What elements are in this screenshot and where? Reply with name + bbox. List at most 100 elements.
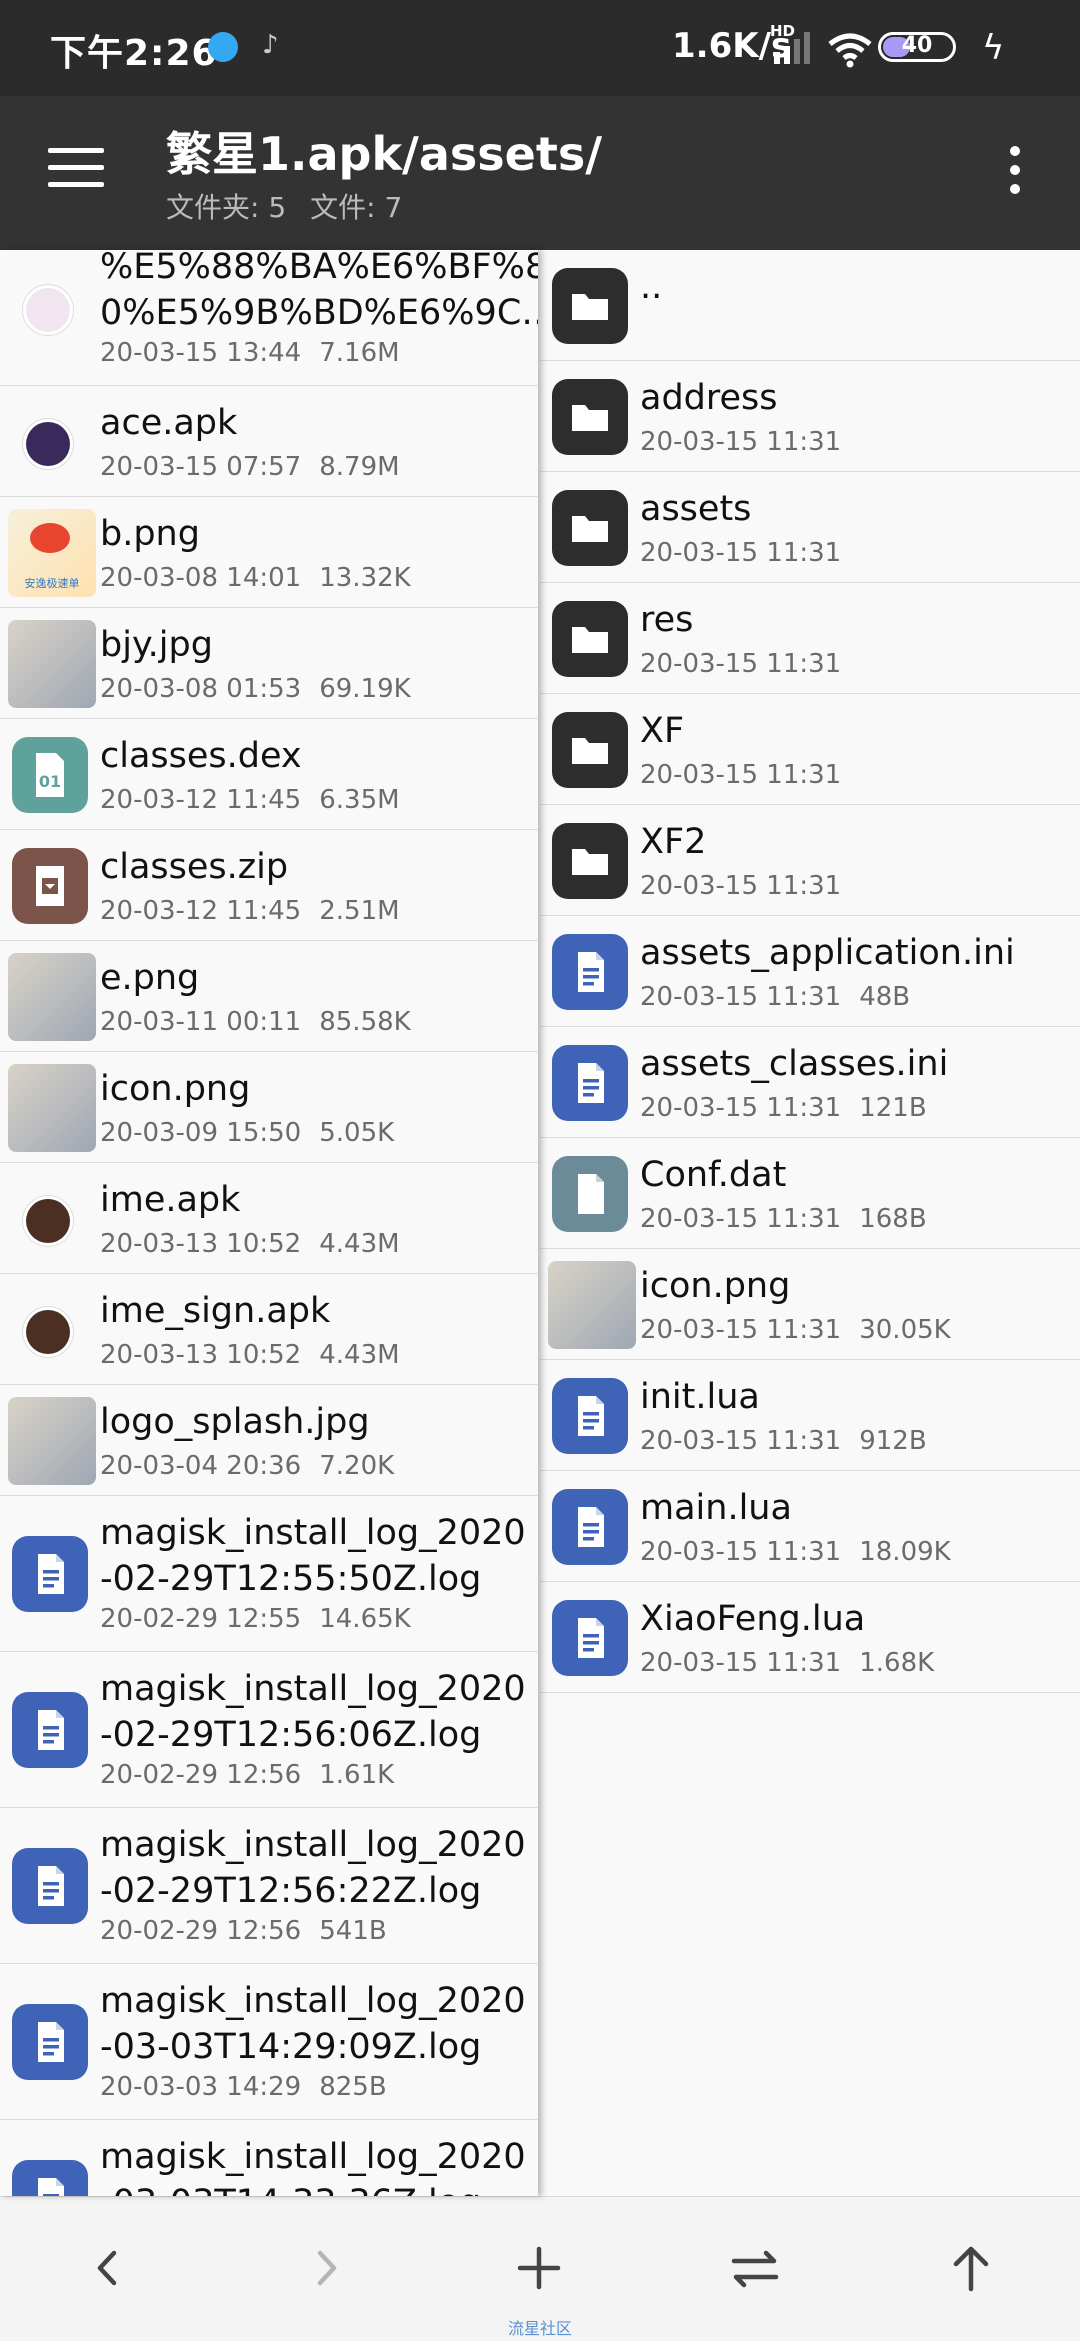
status-bar: 下午2:26 ♪ 1.6K/s HD 40 ϟ [0, 0, 1080, 96]
file-row[interactable]: ace.apk 20-03-15 07:57 8.79M [0, 386, 538, 497]
file-date: 20-03-08 14:01 [100, 563, 302, 593]
file-row[interactable]: ime_sign.apk 20-03-13 10:52 4.43M [0, 1274, 538, 1385]
file-row[interactable]: XiaoFeng.lua 20-03-15 11:31 1.68K [540, 1582, 1080, 1693]
file-date: 20-03-15 11:31 [640, 538, 842, 568]
file-size: 1.68K [859, 1648, 935, 1678]
folder-count: 文件夹: 5 [166, 191, 287, 224]
file-name: logo_splash.jpg [100, 1402, 370, 1442]
file-row[interactable]: main.lua 20-03-15 11:31 18.09K [540, 1471, 1080, 1582]
blank-file-icon [552, 1156, 628, 1232]
file-row[interactable]: init.lua 20-03-15 11:31 912B [540, 1360, 1080, 1471]
file-name: classes.zip [100, 847, 289, 887]
file-name: .. [640, 267, 663, 307]
file-name: classes.dex [100, 736, 302, 776]
file-row[interactable]: magisk_install_log_2020 -03-03T14:29:09Z… [0, 1964, 538, 2120]
forward-arrow-icon[interactable] [290, 2233, 360, 2303]
file-row[interactable]: XF2 20-03-15 11:31 [540, 805, 1080, 916]
file-meta: 20-03-15 07:57 8.79M [100, 452, 400, 482]
file-name: main.lua [640, 1488, 792, 1528]
bottom-action-bar: 流星社区 [0, 2196, 1080, 2341]
file-row[interactable]: bjy.jpg 20-03-08 01:53 69.19K [0, 608, 538, 719]
file-row[interactable]: icon.png 20-03-09 15:50 5.05K [0, 1052, 538, 1163]
file-name: magisk_install_log_2020 -03-03T14:29:09Z… [100, 1981, 526, 2067]
file-meta: 20-03-15 11:31 [640, 427, 841, 457]
watermark-text: 流星社区 [508, 2319, 573, 2338]
file-size: 168B [859, 1204, 927, 1234]
file-row[interactable]: 安逸极速单 b.png 20-03-08 14:01 13.32K [0, 497, 538, 608]
file-row[interactable]: res 20-03-15 11:31 [540, 583, 1080, 694]
file-name: e.png [100, 958, 200, 998]
file-meta: 20-03-12 11:45 6.35M [100, 785, 400, 815]
file-row[interactable]: assets 20-03-15 11:31 [540, 472, 1080, 583]
file-size: 13.32K [319, 563, 411, 593]
file-row[interactable]: magisk_install_log_2020 -02-29T12:55:50Z… [0, 1496, 538, 1652]
file-date: 20-03-09 15:50 [100, 1118, 302, 1148]
file-date: 20-03-04 20:36 [100, 1451, 302, 1481]
file-row[interactable]: magisk_install_log_2020 -02-29T12:56:22Z… [0, 1808, 538, 1964]
image-thumbnail: 安逸极速单 [8, 509, 96, 597]
file-size: 912B [859, 1426, 927, 1456]
file-name: XF2 [640, 822, 707, 862]
right-file-pane[interactable]: .. address 20-03-15 11:31 assets 20-03-15 11… [540, 250, 1080, 2196]
file-row[interactable]: assets_application.ini 20-03-15 11:31 48B [540, 916, 1080, 1027]
back-arrow-icon[interactable] [72, 2233, 142, 2303]
file-size: 5.05K [319, 1118, 395, 1148]
file-row[interactable]: icon.png 20-03-15 11:31 30.05K [540, 1249, 1080, 1360]
file-meta: 20-03-04 20:36 7.20K [100, 1451, 394, 1481]
file-row[interactable]: classes.zip 20-03-12 11:45 2.51M [0, 830, 538, 941]
file-size: 6.35M [319, 785, 400, 815]
file-size: 4.43M [319, 1340, 400, 1370]
document-icon [12, 1848, 88, 1924]
file-size: 8.79M [319, 452, 400, 482]
archive-file-icon [12, 848, 88, 924]
file-meta: 20-03-08 01:53 69.19K [100, 674, 411, 704]
file-name: icon.png [100, 1069, 251, 1109]
file-meta: 20-03-15 11:31 [640, 538, 841, 568]
file-row[interactable]: assets_classes.ini 20-03-15 11:31 121B [540, 1027, 1080, 1138]
add-icon[interactable] [504, 2233, 574, 2303]
file-name: magisk_install_log_2020 -03-03T14:33:36Z… [100, 2137, 526, 2196]
file-row[interactable]: magisk_install_log_2020 -02-29T12:56:06Z… [0, 1652, 538, 1808]
file-row[interactable]: ime.apk 20-03-13 10:52 4.43M [0, 1163, 538, 1274]
more-vert-icon[interactable] [1000, 146, 1030, 202]
up-arrow-icon[interactable] [936, 2233, 1006, 2303]
file-meta: 20-03-15 11:31 912B [640, 1426, 927, 1456]
file-name: init.lua [640, 1377, 760, 1417]
file-meta: 20-02-29 12:56 1.61K [100, 1760, 394, 1790]
file-row[interactable]: Conf.dat 20-03-15 11:31 168B [540, 1138, 1080, 1249]
file-name: ace.apk [100, 403, 238, 443]
file-date: 20-03-15 11:31 [640, 1426, 842, 1456]
image-thumbnail [548, 1261, 636, 1349]
file-date: 20-02-29 12:56 [100, 1760, 302, 1790]
file-date: 20-03-08 01:53 [100, 674, 302, 704]
swap-icon[interactable] [720, 2233, 790, 2303]
document-icon [12, 2004, 88, 2080]
battery-level-text: 40 [901, 33, 933, 58]
file-meta: 20-03-03 14:29 825B [100, 2072, 387, 2102]
file-date: 20-03-12 11:45 [100, 896, 302, 926]
file-name: b.png [100, 514, 200, 554]
file-size: 85.58K [319, 1007, 411, 1037]
file-size: 541B [319, 1916, 387, 1946]
file-row[interactable]: magisk_install_log_2020 -03-03T14:33:36Z… [0, 2120, 538, 2196]
file-row[interactable]: e.png 20-03-11 00:11 85.58K [0, 941, 538, 1052]
cell-signal-icon [774, 32, 810, 64]
file-size: 4.43M [319, 1229, 400, 1259]
left-file-pane[interactable]: %E5%88%BA%E6%BF%8 0%E5%9B%BD%E6%9C… 20-03… [0, 250, 538, 2196]
file-date: 20-03-12 11:45 [100, 785, 302, 815]
file-size: 825B [319, 2072, 387, 2102]
file-size: 2.51M [319, 896, 400, 926]
file-size: 7.20K [319, 1451, 395, 1481]
menu-icon[interactable] [48, 148, 104, 192]
file-date: 20-03-15 11:31 [640, 1204, 842, 1234]
file-row[interactable]: address 20-03-15 11:31 [540, 361, 1080, 472]
file-row[interactable]: logo_splash.jpg 20-03-04 20:36 7.20K [0, 1385, 538, 1496]
ime-app-icon [26, 1310, 70, 1354]
file-row[interactable]: XF 20-03-15 11:31 [540, 694, 1080, 805]
file-row[interactable]: 01 classes.dex 20-03-12 11:45 6.35M [0, 719, 538, 830]
file-meta: 20-03-13 10:52 4.43M [100, 1229, 400, 1259]
file-row[interactable]: .. [540, 250, 1080, 361]
file-meta: 20-03-15 11:31 1.68K [640, 1648, 934, 1678]
folder-icon [552, 823, 628, 899]
file-row[interactable]: %E5%88%BA%E6%BF%8 0%E5%9B%BD%E6%9C… 20-03… [0, 250, 538, 386]
